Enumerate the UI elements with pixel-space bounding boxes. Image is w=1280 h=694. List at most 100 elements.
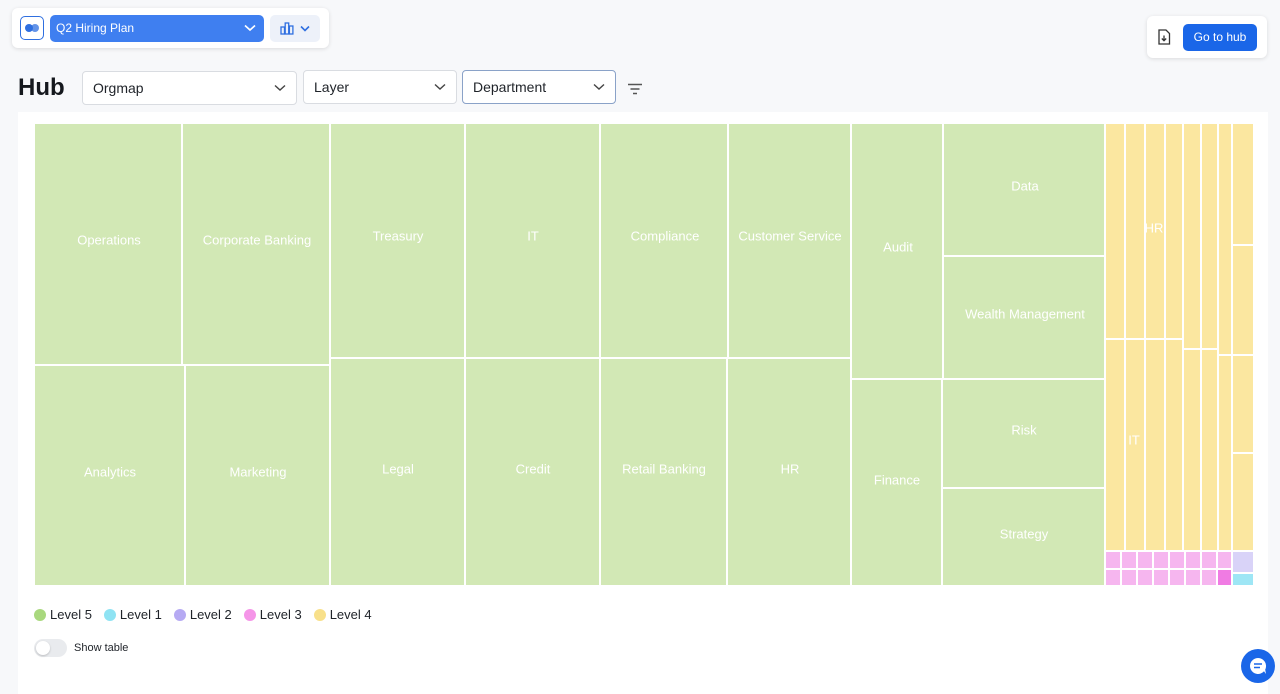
treemap-cell-level3[interactable]: [1153, 551, 1169, 569]
chevron-down-icon: [274, 84, 286, 91]
org-treemap: Operations Corporate Banking Treasury IT…: [34, 123, 1254, 586]
treemap-cell-customer-service[interactable]: Customer Service: [728, 123, 851, 358]
legend-label: Level 3: [259, 607, 302, 622]
treemap-cell-operations[interactable]: Operations: [34, 123, 182, 365]
treemap-label: Audit: [883, 239, 913, 255]
treemap-label: Legal: [382, 461, 414, 477]
treemap-cell-level3[interactable]: [1137, 569, 1153, 586]
treemap-cell-level4[interactable]: [1218, 355, 1232, 551]
plan-toolbar: Q2 Hiring Plan: [12, 8, 329, 48]
treemap-label: Risk: [1011, 422, 1037, 438]
group-select[interactable]: Layer: [303, 70, 457, 104]
treemap-legend: Level 5 Level 1 Level 2 Level 3 Level 4: [34, 607, 372, 622]
show-table-row: Show table: [34, 639, 128, 657]
color-by-select[interactable]: Department: [462, 70, 616, 104]
plan-select[interactable]: Q2 Hiring Plan: [50, 14, 264, 42]
group-select-value: Layer: [314, 79, 350, 95]
show-table-toggle[interactable]: [34, 639, 67, 657]
treemap-cell-level3[interactable]: [1105, 551, 1121, 569]
legend-item-level2[interactable]: Level 2: [173, 607, 232, 622]
legend-item-level1[interactable]: Level 1: [103, 607, 162, 622]
treemap-cell-level4[interactable]: [1165, 339, 1183, 551]
chevron-down-icon: [434, 83, 446, 90]
treemap-cell-level2[interactable]: [1232, 551, 1254, 573]
treemap-cell-analytics[interactable]: Analytics: [34, 365, 185, 586]
chart-view-button[interactable]: [270, 14, 320, 42]
treemap-cell-retail-banking[interactable]: Retail Banking: [600, 358, 727, 586]
treemap-cell-level3[interactable]: [1185, 551, 1201, 569]
treemap-cell-level4[interactable]: [1232, 453, 1254, 551]
treemap-cell-level4[interactable]: [1105, 339, 1125, 551]
app-logo-icon[interactable]: [20, 16, 44, 40]
treemap-cell-level3[interactable]: [1169, 551, 1185, 569]
treemap-label: Finance: [873, 472, 921, 488]
legend-item-level4[interactable]: Level 4: [313, 607, 372, 622]
treemap-cell-level4[interactable]: [1145, 339, 1165, 551]
treemap-cell-treasury[interactable]: Treasury: [330, 123, 465, 358]
treemap-label: Data: [1011, 178, 1039, 194]
treemap-label: Corporate Banking: [202, 232, 312, 248]
treemap-cell-marketing[interactable]: Marketing: [185, 365, 330, 586]
view-select[interactable]: Orgmap: [82, 71, 297, 105]
chevron-down-icon: [593, 83, 605, 90]
treemap-cell-level4[interactable]: [1232, 355, 1254, 453]
chat-button[interactable]: [1241, 649, 1275, 683]
bar-chart-icon: [280, 21, 294, 35]
treemap-cell-level4[interactable]: [1125, 123, 1145, 339]
treemap-cell-level3[interactable]: [1201, 551, 1217, 569]
legend-item-level5[interactable]: Level 5: [34, 607, 92, 622]
treemap-cell-strategy[interactable]: Strategy: [942, 488, 1105, 586]
treemap-cell-finance[interactable]: Finance: [851, 379, 942, 586]
treemap-cell-risk[interactable]: Risk: [942, 379, 1105, 488]
treemap-cell-level4[interactable]: [1218, 123, 1232, 355]
treemap-cell-it[interactable]: IT: [465, 123, 600, 358]
treemap-label: Credit: [515, 461, 551, 477]
treemap-cell-wealth-management[interactable]: Wealth Management: [943, 256, 1105, 379]
legend-label: Level 2: [189, 607, 232, 622]
toggle-knob: [36, 641, 50, 655]
chat-icon: [1250, 657, 1267, 674]
treemap-cell-level4[interactable]: [1232, 245, 1254, 355]
treemap-label: Strategy: [999, 526, 1049, 542]
page-title: Hub: [18, 74, 65, 101]
treemap-label: Compliance: [630, 228, 700, 244]
treemap-cell-compliance[interactable]: Compliance: [600, 123, 728, 358]
legend-dot: [34, 608, 46, 621]
legend-item-level3[interactable]: Level 3: [243, 607, 302, 622]
treemap-cell-level3[interactable]: [1169, 569, 1185, 586]
treemap-cell-level4[interactable]: [1183, 123, 1201, 349]
treemap-cell-level3[interactable]: [1105, 569, 1121, 586]
treemap-label: IT: [527, 228, 539, 244]
treemap-cell-level4[interactable]: [1183, 349, 1201, 551]
view-select-value: Orgmap: [93, 80, 144, 96]
treemap-cell-audit[interactable]: Audit: [851, 123, 943, 379]
treemap-cell-level1[interactable]: [1232, 573, 1254, 586]
treemap-cell-level3[interactable]: [1137, 551, 1153, 569]
legend-dot: [313, 608, 326, 621]
treemap-cell-corporate-banking[interactable]: Corporate Banking: [182, 123, 330, 365]
file-download-icon[interactable]: [1157, 29, 1171, 45]
treemap-cell-level3[interactable]: [1153, 569, 1169, 586]
treemap-cell-level3[interactable]: [1201, 569, 1217, 586]
treemap-cell-credit[interactable]: Credit: [465, 358, 600, 586]
treemap-cell-data[interactable]: Data: [943, 123, 1105, 256]
treemap-label: Operations: [77, 232, 141, 248]
treemap-cell-level4[interactable]: [1105, 123, 1125, 339]
treemap-cell-level3[interactable]: [1185, 569, 1201, 586]
treemap-cell-level3[interactable]: [1121, 551, 1137, 569]
legend-label: Level 5: [50, 607, 92, 622]
legend-label: Level 4: [329, 607, 372, 622]
treemap-cell-level4[interactable]: [1232, 123, 1254, 245]
treemap-cell-level4[interactable]: [1165, 123, 1183, 339]
treemap-label: Wealth Management: [965, 306, 1085, 322]
filter-icon[interactable]: [626, 80, 644, 98]
treemap-cell-level3[interactable]: [1217, 551, 1232, 569]
legend-dot: [103, 608, 116, 621]
treemap-cell-hr[interactable]: HR: [727, 358, 851, 586]
treemap-cell-level3[interactable]: [1121, 569, 1137, 586]
treemap-cell-level4[interactable]: [1201, 123, 1218, 349]
treemap-cell-level4[interactable]: [1201, 349, 1218, 551]
treemap-cell-legal[interactable]: Legal: [330, 358, 465, 586]
treemap-cell-level3[interactable]: [1217, 569, 1232, 586]
go-to-hub-button[interactable]: Go to hub: [1183, 23, 1257, 51]
